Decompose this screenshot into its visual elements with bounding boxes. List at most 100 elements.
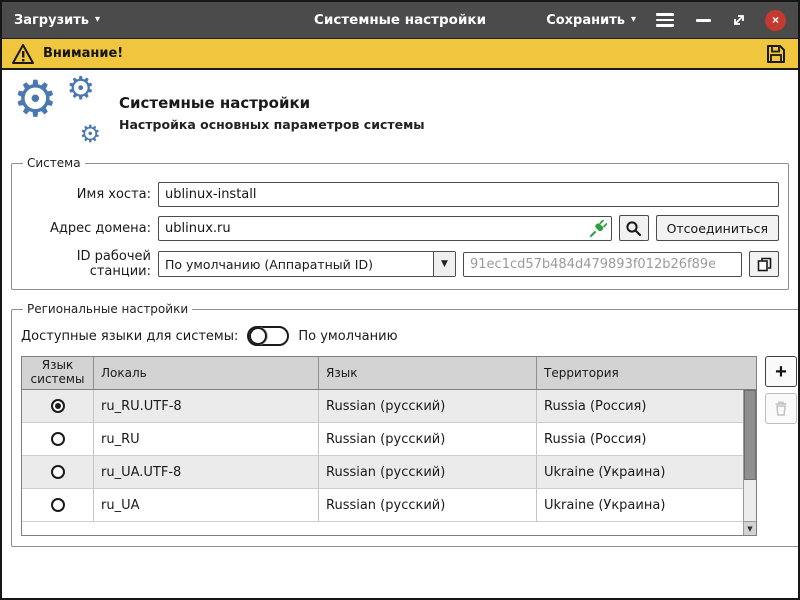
workstation-id-value-wrap xyxy=(463,252,742,277)
locale-cell: ru_RU xyxy=(94,423,319,455)
search-domain-button[interactable] xyxy=(619,215,649,241)
gear-icon: ⚙ xyxy=(79,122,101,146)
delete-locale-button[interactable] xyxy=(765,393,797,424)
chevron-down-icon: ▼ xyxy=(433,252,455,276)
locale-cell: ru_UA xyxy=(94,489,319,521)
table-buttons: + xyxy=(765,356,797,424)
available-languages-row: Доступные языки для системы: По умолчани… xyxy=(21,326,797,346)
system-settings-window: Загрузить ▾ Системные настройки Сохранит… xyxy=(0,0,800,600)
gears-icon: ⚙ ⚙ ⚙ xyxy=(13,82,103,144)
language-cell: Russian (русский) xyxy=(319,390,537,422)
titlebar: Загрузить ▾ Системные настройки Сохранит… xyxy=(2,2,798,38)
domain-row: Адрес домена: xyxy=(21,215,779,241)
minimize-icon xyxy=(696,19,711,22)
hostname-input[interactable] xyxy=(158,182,779,207)
radio-cell xyxy=(22,456,94,488)
gear-icon: ⚙ xyxy=(13,74,58,124)
system-language-radio[interactable] xyxy=(51,498,65,512)
locale-cell: ru_UA.UTF-8 xyxy=(94,456,319,488)
domain-input[interactable] xyxy=(158,216,612,241)
titlebar-left: Загрузить ▾ xyxy=(14,13,314,28)
regional-section: Региональные настройки Доступные языки д… xyxy=(11,302,798,547)
column-header-language: Язык xyxy=(319,357,537,389)
warning-text: Внимание! xyxy=(43,46,123,61)
table-empty-space xyxy=(22,522,756,535)
minimize-button[interactable] xyxy=(694,15,713,26)
table-row[interactable]: ru_UA Russian (русский) Ukraine (Украина… xyxy=(22,489,756,522)
expand-icon xyxy=(731,12,747,28)
territory-cell: Russia (Россия) xyxy=(537,423,756,455)
maximize-button[interactable] xyxy=(731,12,747,28)
window-title: Системные настройки xyxy=(314,12,486,28)
chevron-down-icon: ▾ xyxy=(95,15,100,25)
workstation-id-selected-option: По умолчанию (Аппаратный ID) xyxy=(159,257,433,272)
domain-label: Адрес домена: xyxy=(21,221,151,236)
connected-plug-icon xyxy=(589,220,607,238)
trash-icon xyxy=(773,400,789,417)
radio-cell xyxy=(22,489,94,521)
column-header-locale: Локаль xyxy=(94,357,319,389)
available-languages-toggle[interactable] xyxy=(247,326,289,346)
locales-table-area: Язык системы Локаль Язык Территория ru_R… xyxy=(21,356,797,536)
workstation-id-label: ID рабочей станции: xyxy=(21,249,151,279)
language-cell: Russian (русский) xyxy=(319,423,537,455)
territory-cell: Russia (Россия) xyxy=(537,390,756,422)
copy-icon xyxy=(756,256,773,273)
page-header: ⚙ ⚙ ⚙ Системные настройки Настройка осно… xyxy=(11,76,789,154)
radio-cell xyxy=(22,423,94,455)
warning-bar: Внимание! xyxy=(2,38,798,70)
language-cell: Russian (русский) xyxy=(319,489,537,521)
hamburger-icon xyxy=(656,13,674,16)
vertical-scrollbar[interactable]: ▼ xyxy=(743,390,756,535)
table-body: ru_RU.UTF-8 Russian (русский) Russia (Ро… xyxy=(22,390,756,535)
save-menu-label: Сохранить xyxy=(546,13,625,28)
disconnect-button[interactable]: Отсоединиться xyxy=(656,215,779,241)
column-header-territory: Территория xyxy=(537,357,756,389)
page-header-text: Системные настройки Настройка основных п… xyxy=(119,94,425,132)
system-section-legend: Система xyxy=(23,156,85,170)
table-row[interactable]: ru_RU.UTF-8 Russian (русский) Russia (Ро… xyxy=(22,390,756,423)
scrollbar-down-button[interactable]: ▼ xyxy=(744,521,756,535)
gear-icon: ⚙ xyxy=(66,72,95,104)
workstation-id-row: ID рабочей станции: По умолчанию (Аппара… xyxy=(21,249,779,279)
toggle-caption: По умолчанию xyxy=(298,329,397,344)
load-menu-label: Загрузить xyxy=(14,13,89,28)
table-row[interactable]: ru_RU Russian (русский) Russia (Россия) xyxy=(22,423,756,456)
save-menu-button[interactable]: Сохранить ▾ xyxy=(546,13,636,28)
hostname-label: Имя хоста: xyxy=(21,187,151,202)
add-locale-button[interactable]: + xyxy=(765,356,797,387)
system-language-radio[interactable] xyxy=(51,399,65,413)
territory-cell: Ukraine (Украина) xyxy=(537,456,756,488)
page-subtitle: Настройка основных параметров системы xyxy=(119,117,425,132)
available-languages-label: Доступные языки для системы: xyxy=(21,329,238,344)
radio-cell xyxy=(22,390,94,422)
system-section: Система Имя хоста: Адрес домена: xyxy=(11,156,789,290)
page-title: Системные настройки xyxy=(119,94,425,112)
language-cell: Russian (русский) xyxy=(319,456,537,488)
floppy-disk-icon xyxy=(765,43,787,65)
locales-table: Язык системы Локаль Язык Территория ru_R… xyxy=(21,356,757,536)
hamburger-menu-button[interactable] xyxy=(654,11,676,29)
chevron-down-icon: ▾ xyxy=(631,15,636,25)
column-header-system-language: Язык системы xyxy=(22,357,94,389)
workstation-id-value xyxy=(463,252,742,277)
warning-icon xyxy=(11,43,35,65)
titlebar-right: Сохранить ▾ × xyxy=(486,10,786,31)
table-header-row: Язык системы Локаль Язык Территория xyxy=(22,357,756,390)
copy-id-button[interactable] xyxy=(749,251,779,277)
workstation-id-select[interactable]: По умолчанию (Аппаратный ID) ▼ xyxy=(158,251,456,277)
load-menu-button[interactable]: Загрузить ▾ xyxy=(14,13,100,28)
territory-cell: Ukraine (Украина) xyxy=(537,489,756,521)
table-row[interactable]: ru_UA.UTF-8 Russian (русский) Ukraine (У… xyxy=(22,456,756,489)
search-icon xyxy=(625,220,642,237)
hostname-row: Имя хоста: xyxy=(21,182,779,207)
toggle-knob xyxy=(249,327,267,345)
regional-section-legend: Региональные настройки xyxy=(23,302,192,316)
main-content: ⚙ ⚙ ⚙ Системные настройки Настройка осно… xyxy=(2,70,798,598)
close-button[interactable]: × xyxy=(765,10,786,31)
system-language-radio[interactable] xyxy=(51,432,65,446)
scrollbar-thumb[interactable] xyxy=(744,390,756,480)
system-language-radio[interactable] xyxy=(51,465,65,479)
save-to-file-button[interactable] xyxy=(763,41,789,67)
locale-cell: ru_RU.UTF-8 xyxy=(94,390,319,422)
